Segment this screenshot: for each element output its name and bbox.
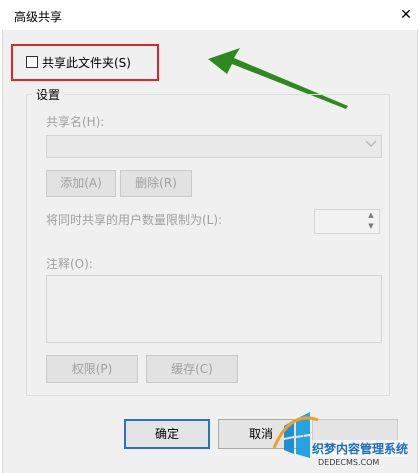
- watermark-url: DEDECMS.COM: [318, 458, 380, 467]
- remove-button[interactable]: 删除(R): [120, 170, 192, 197]
- permissions-button[interactable]: 权限(P): [46, 355, 138, 383]
- comment-label: 注释(O):: [46, 257, 93, 271]
- settings-group-title: 设置: [32, 86, 65, 103]
- spin-down-icon[interactable]: ▼: [363, 221, 379, 232]
- watermark-title: 织梦内容管理系统: [312, 440, 409, 457]
- add-button[interactable]: 添加(A): [46, 170, 116, 197]
- user-limit-label: 将同时共享的用户数量限制为(L):: [46, 213, 223, 227]
- spin-up-icon[interactable]: ▲: [363, 210, 379, 221]
- chevron-down-icon[interactable]: [364, 140, 378, 152]
- close-button[interactable]: ✕: [392, 0, 420, 30]
- highlight-annotation-box: [11, 44, 159, 81]
- comment-textarea[interactable]: [46, 275, 382, 343]
- window-title: 高级共享: [14, 10, 63, 24]
- ok-button[interactable]: 确定: [124, 419, 210, 449]
- title-bar: [0, 0, 420, 30]
- caching-button[interactable]: 缓存(C): [146, 355, 238, 383]
- share-name-label: 共享名(H):: [46, 115, 105, 129]
- share-name-combobox[interactable]: [46, 135, 382, 158]
